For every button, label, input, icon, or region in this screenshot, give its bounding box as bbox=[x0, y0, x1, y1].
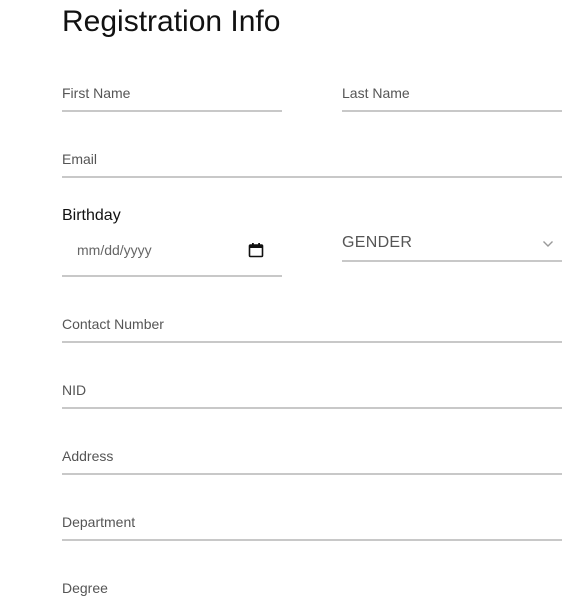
birthday-label: Birthday bbox=[62, 207, 121, 224]
nid-placeholder: NID bbox=[62, 382, 87, 398]
chevron-down-icon bbox=[543, 241, 553, 247]
email-field[interactable]: Email bbox=[62, 146, 562, 178]
calendar-icon[interactable] bbox=[248, 242, 264, 258]
contact-number-field[interactable]: Contact Number bbox=[62, 311, 562, 343]
address-field[interactable]: Address bbox=[62, 443, 562, 475]
department-placeholder: Department bbox=[62, 514, 136, 530]
last-name-placeholder: Last Name bbox=[342, 85, 410, 101]
birthday-date-placeholder: mm/dd/yyyy bbox=[77, 242, 152, 258]
address-placeholder: Address bbox=[62, 448, 114, 464]
degree-placeholder: Degree bbox=[62, 580, 108, 596]
first-name-field[interactable]: First Name bbox=[62, 80, 282, 112]
degree-field[interactable]: Degree bbox=[62, 575, 562, 607]
last-name-field[interactable]: Last Name bbox=[342, 80, 562, 112]
email-placeholder: Email bbox=[62, 151, 98, 167]
contact-number-placeholder: Contact Number bbox=[62, 316, 164, 332]
birthday-date-input[interactable]: mm/dd/yyyy bbox=[62, 234, 282, 277]
gender-select-value: GENDER bbox=[342, 234, 413, 251]
gender-select[interactable]: GENDER bbox=[342, 230, 562, 262]
department-field[interactable]: Department bbox=[62, 509, 562, 541]
first-name-placeholder: First Name bbox=[62, 85, 131, 101]
nid-field[interactable]: NID bbox=[62, 377, 562, 409]
page-title: Registration Info bbox=[62, 5, 281, 38]
